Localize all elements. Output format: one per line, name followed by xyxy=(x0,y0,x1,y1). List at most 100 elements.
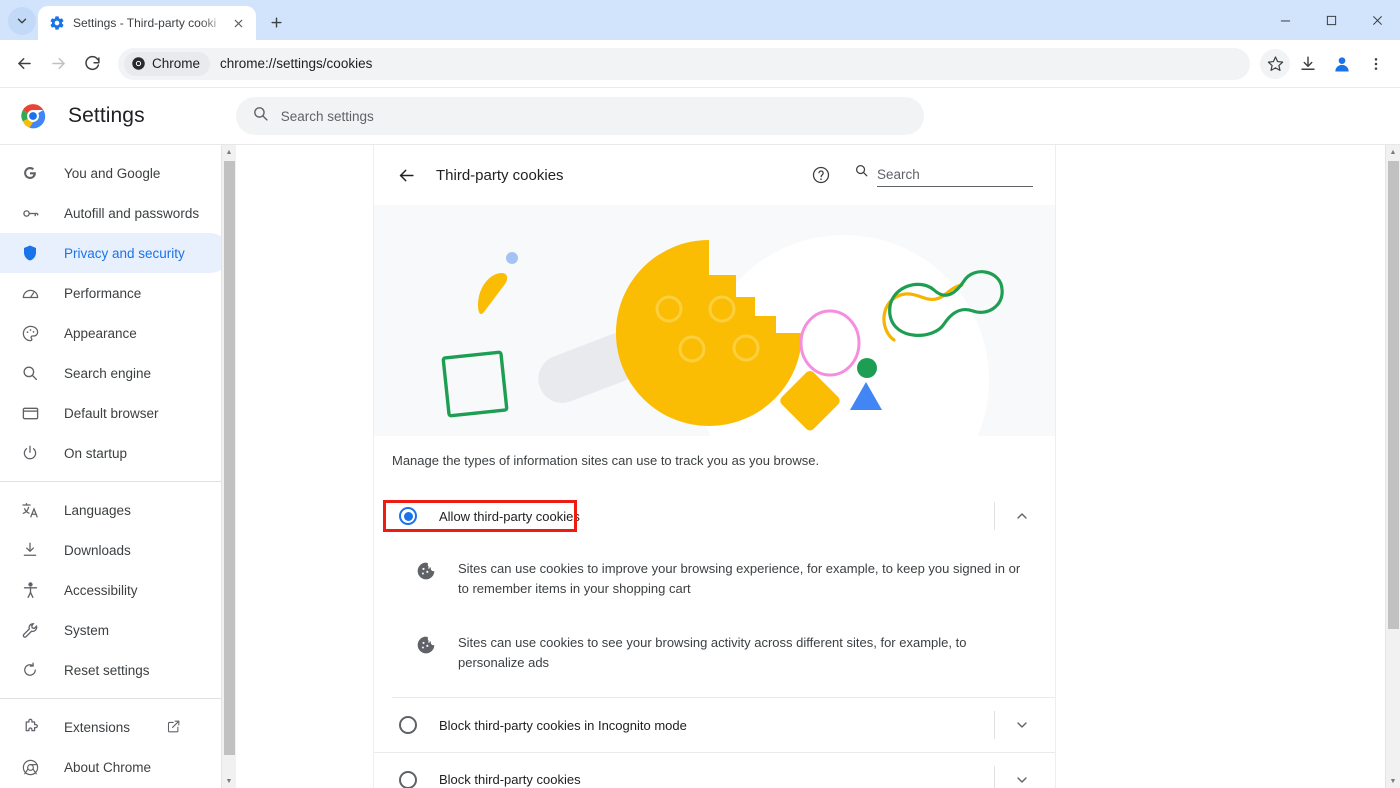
scroll-up-arrow[interactable]: ▲ xyxy=(1386,145,1400,160)
sidebar-item-label: You and Google xyxy=(64,166,160,181)
sidebar-item-extensions[interactable]: Extensions xyxy=(0,707,230,747)
sidebar-item-label: Privacy and security xyxy=(64,246,185,261)
origin-chip[interactable]: Chrome xyxy=(124,52,210,76)
extension-icon xyxy=(20,717,40,737)
window-icon xyxy=(20,403,40,423)
open-in-new-icon[interactable] xyxy=(166,719,182,735)
sidebar-item-label: Downloads xyxy=(64,543,131,558)
google-g-icon xyxy=(20,163,40,183)
download-icon[interactable] xyxy=(1292,48,1324,80)
radio-row-block-incognito[interactable]: Block third-party cookies in Incognito m… xyxy=(374,698,1055,752)
maximize-button[interactable] xyxy=(1308,0,1354,40)
new-tab-button[interactable] xyxy=(262,8,290,36)
radio-button-allow[interactable] xyxy=(399,507,417,525)
cookie-icon xyxy=(416,635,436,655)
browser-tab[interactable]: Settings - Third-party cooki xyxy=(38,6,256,40)
sidebar-item-label: Accessibility xyxy=(64,583,138,598)
wrench-icon xyxy=(20,620,40,640)
sidebar-item-reset-settings[interactable]: Reset settings xyxy=(0,650,230,690)
shield-icon xyxy=(20,243,40,263)
chevron-down-icon[interactable] xyxy=(1007,710,1037,740)
sidebar-item-downloads[interactable]: Downloads xyxy=(0,530,230,570)
browser-toolbar: Chrome chrome://settings/cookies xyxy=(0,40,1400,88)
sidebar-item-accessibility[interactable]: Accessibility xyxy=(0,570,230,610)
sidebar-item-system[interactable]: System xyxy=(0,610,230,650)
radio-label: Block third-party cookies xyxy=(439,772,994,787)
back-icon[interactable] xyxy=(8,48,40,80)
sidebar-item-search-engine[interactable]: Search engine xyxy=(0,353,230,393)
intro-text: Manage the types of information sites ca… xyxy=(374,436,1055,471)
magnifier-icon xyxy=(20,363,40,383)
sidebar-item-about-chrome[interactable]: About Chrome xyxy=(0,747,230,787)
subpage-search-input[interactable]: Search xyxy=(877,166,1033,187)
sidebar-item-appearance[interactable]: Appearance xyxy=(0,313,230,353)
back-arrow-icon[interactable] xyxy=(388,157,424,193)
sidebar-item-label: Search engine xyxy=(64,366,151,381)
sidebar-item-default-browser[interactable]: Default browser xyxy=(0,393,230,433)
detail-text: Sites can use cookies to see your browsi… xyxy=(458,633,1023,673)
radio-label: Allow third-party cookies xyxy=(439,509,994,524)
search-settings-input[interactable]: Search settings xyxy=(236,97,924,135)
sidebar-scrollbar[interactable]: ▲ ▼ xyxy=(221,145,236,788)
close-window-button[interactable] xyxy=(1354,0,1400,40)
sidebar-item-languages[interactable]: Languages xyxy=(0,490,230,530)
settings-card: Third-party cookies Search xyxy=(374,145,1055,788)
accessibility-icon xyxy=(20,580,40,600)
row-divider xyxy=(994,711,995,739)
sidebar-item-label: System xyxy=(64,623,109,638)
forward-icon[interactable] xyxy=(42,48,74,80)
chrome-logo-icon xyxy=(20,103,46,129)
subpage-search[interactable]: Search xyxy=(854,163,1033,187)
key-icon xyxy=(20,203,40,223)
scrollbar-thumb xyxy=(224,161,235,755)
sidebar-divider-2 xyxy=(0,698,236,699)
radio-row-allow-third-party-cookies[interactable]: Allow third-party cookies xyxy=(374,489,1055,543)
radio-button-block-incognito[interactable] xyxy=(399,716,417,734)
tab-search-icon[interactable] xyxy=(8,7,36,35)
radio-label: Block third-party cookies in Incognito m… xyxy=(439,718,994,733)
help-circle-icon[interactable] xyxy=(806,160,836,190)
scroll-up-arrow[interactable]: ▲ xyxy=(222,145,236,160)
sidebar-divider xyxy=(0,481,236,482)
window-controls xyxy=(1262,0,1400,40)
sidebar-item-you-and-google[interactable]: You and Google xyxy=(0,153,230,193)
page-title: Settings xyxy=(68,104,145,128)
sidebar-item-label: Autofill and passwords xyxy=(64,206,199,221)
chevron-up-icon[interactable] xyxy=(1007,501,1037,531)
sidebar-item-label: Reset settings xyxy=(64,663,150,678)
scroll-down-arrow[interactable]: ▼ xyxy=(222,774,236,788)
detail-text: Sites can use cookies to improve your br… xyxy=(458,559,1023,599)
subpage-title: Third-party cookies xyxy=(436,167,564,184)
sidebar-item-label: Appearance xyxy=(64,326,137,341)
row-divider xyxy=(994,502,995,530)
sidebar-item-label: Extensions xyxy=(64,720,130,735)
chevron-down-icon[interactable] xyxy=(1007,765,1037,788)
three-dot-menu-icon[interactable] xyxy=(1360,48,1392,80)
sidebar-item-on-startup[interactable]: On startup xyxy=(0,433,230,473)
minimize-button[interactable] xyxy=(1262,0,1308,40)
sidebar-item-performance[interactable]: Performance xyxy=(0,273,230,313)
sidebar-item-privacy-and-security[interactable]: Privacy and security xyxy=(0,233,230,273)
reload-icon[interactable] xyxy=(76,48,108,80)
close-icon[interactable] xyxy=(228,13,248,33)
search-icon xyxy=(854,163,869,187)
sidebar-item-autofill-and-passwords[interactable]: Autofill and passwords xyxy=(0,193,230,233)
page-scrollbar[interactable]: ▲ ▼ xyxy=(1385,145,1400,788)
profile-avatar-icon[interactable] xyxy=(1326,48,1358,80)
bookmark-star-icon[interactable] xyxy=(1260,49,1290,79)
search-settings-placeholder: Search settings xyxy=(281,109,374,124)
download-icon xyxy=(20,540,40,560)
sidebar-item-label: Performance xyxy=(64,286,141,301)
radio-button-block-all[interactable] xyxy=(399,771,417,788)
cookies-illustration-banner xyxy=(374,205,1055,436)
main-content: Third-party cookies Search xyxy=(236,145,1400,788)
url-text: chrome://settings/cookies xyxy=(220,56,372,71)
tab-title: Settings - Third-party cooki xyxy=(73,16,228,30)
page-header: Third-party cookies Search xyxy=(374,145,1055,205)
radio-row-block-all[interactable]: Block third-party cookies xyxy=(374,752,1055,788)
address-bar[interactable]: Chrome chrome://settings/cookies xyxy=(118,48,1250,80)
scroll-down-arrow[interactable]: ▼ xyxy=(1386,774,1400,788)
content-region: You and Google Autofill and passwords Pr… xyxy=(0,144,1400,788)
settings-gear-icon xyxy=(49,15,65,31)
settings-header: Settings Search settings xyxy=(0,88,1400,144)
